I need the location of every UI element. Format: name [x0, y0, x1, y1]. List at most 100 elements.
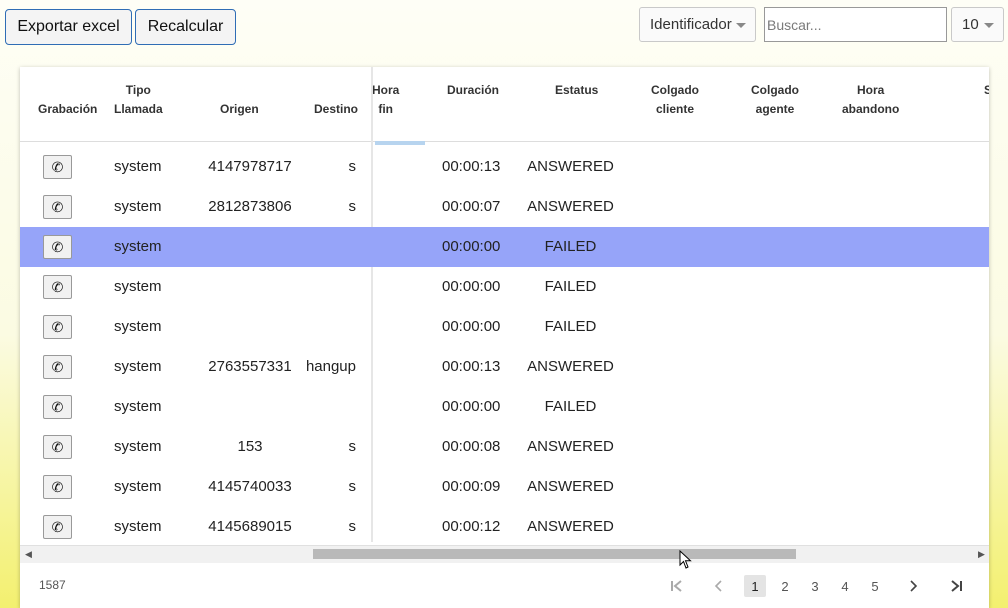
- col-header-origen[interactable]: Origen: [220, 100, 259, 119]
- total-records: 1587: [39, 578, 66, 592]
- table-row[interactable]: ✆ system 00:00:00 FAILED: [20, 307, 989, 347]
- play-recording-button[interactable]: ✆: [43, 155, 72, 179]
- page-size-select[interactable]: 10: [951, 7, 1004, 42]
- table-row[interactable]: ✆ system 2763557331 hangup 00:00:13 ANSWERED: [20, 347, 989, 387]
- search-input[interactable]: [764, 7, 947, 42]
- cell-duracion: 00:00:13: [442, 358, 501, 375]
- cell-estatus: FAILED: [544, 318, 597, 335]
- col-header-hora-fin[interactable]: Hora fin: [372, 81, 399, 119]
- last-page-icon[interactable]: [946, 575, 968, 597]
- table-footer: 1587 12345: [20, 563, 989, 608]
- cell-tipo: system: [114, 518, 162, 535]
- col-header-partial[interactable]: S: [984, 81, 989, 100]
- cell-duracion: 00:00:00: [442, 278, 501, 295]
- play-recording-button[interactable]: ✆: [43, 395, 72, 419]
- play-recording-button[interactable]: ✆: [43, 515, 72, 539]
- col-header-hora-abandono[interactable]: Hora abandono: [842, 81, 899, 119]
- cell-destino: s: [348, 518, 357, 535]
- table-row[interactable]: ✆ system 153 s 00:00:08 ANSWERED: [20, 427, 989, 467]
- cell-destino: s: [348, 198, 357, 215]
- page-number-2[interactable]: 2: [774, 575, 796, 597]
- cell-estatus: FAILED: [544, 278, 597, 295]
- table-row[interactable]: ✆ system 4145740033 s 00:00:09 ANSWERED: [20, 467, 989, 507]
- caret-down-icon: [736, 23, 746, 28]
- cell-duracion: 00:00:13: [442, 158, 501, 175]
- play-recording-button[interactable]: ✆: [43, 195, 72, 219]
- play-recording-button[interactable]: ✆: [43, 315, 72, 339]
- phone-icon: ✆: [51, 478, 64, 495]
- search-field-select-value: Identificador: [650, 16, 732, 33]
- cell-duracion: 00:00:09: [442, 478, 501, 495]
- cell-tipo: system: [114, 198, 162, 215]
- table-row[interactable]: ✆ system 00:00:00 FAILED: [20, 387, 989, 427]
- table-row[interactable]: ✆ system 4145689015 s 00:00:12 ANSWERED: [20, 507, 989, 547]
- table-row[interactable]: ✆ system 4147978717 s 00:00:13 ANSWERED: [20, 147, 989, 187]
- cell-destino: s: [348, 478, 357, 495]
- cell-tipo: system: [114, 358, 162, 375]
- calls-table-panel: Grabación Tipo Llamada Origen Destino Hor…: [20, 67, 989, 608]
- phone-icon: ✆: [51, 358, 64, 375]
- col-header-tipo-llamada[interactable]: Tipo Llamada: [114, 81, 163, 119]
- cell-destino: s: [348, 438, 357, 455]
- col-header-destino[interactable]: Destino: [314, 100, 358, 119]
- col-header-grabacion[interactable]: Grabación: [38, 100, 97, 119]
- cell-tipo: system: [114, 398, 162, 415]
- cell-estatus: ANSWERED: [527, 518, 614, 535]
- cell-tipo: system: [114, 158, 162, 175]
- search-field-select[interactable]: Identificador: [639, 7, 756, 42]
- next-page-icon[interactable]: [902, 575, 924, 597]
- play-recording-button[interactable]: ✆: [43, 435, 72, 459]
- phone-icon: ✆: [51, 318, 64, 335]
- play-recording-button[interactable]: ✆: [43, 475, 72, 499]
- cell-tipo: system: [114, 278, 162, 295]
- first-page-icon[interactable]: [665, 575, 687, 597]
- cell-tipo: system: [114, 238, 162, 255]
- phone-icon: ✆: [51, 278, 64, 295]
- mouse-cursor-icon: [679, 550, 692, 569]
- export-excel-button[interactable]: Exportar excel: [5, 9, 132, 45]
- play-recording-button[interactable]: ✆: [43, 275, 72, 299]
- cell-estatus: ANSWERED: [527, 158, 614, 175]
- col-header-colgado-cliente[interactable]: Colgado cliente: [651, 81, 699, 119]
- cell-tipo: system: [114, 318, 162, 335]
- cell-duracion: 00:00:00: [442, 398, 501, 415]
- scroll-left-icon[interactable]: ◀: [25, 549, 32, 560]
- scroll-right-icon[interactable]: ▶: [978, 549, 985, 560]
- phone-icon: ✆: [51, 198, 64, 215]
- cell-estatus: ANSWERED: [527, 198, 614, 215]
- cell-destino: s: [348, 158, 357, 175]
- caret-down-icon: [984, 23, 994, 28]
- cell-estatus: ANSWERED: [527, 478, 614, 495]
- table-row[interactable]: ✆ system 00:00:00 FAILED: [20, 267, 989, 307]
- horizontal-scrollbar[interactable]: ◀ ▶: [20, 545, 989, 563]
- cell-estatus: ANSWERED: [527, 438, 614, 455]
- cell-tipo: system: [114, 438, 162, 455]
- page-number-1[interactable]: 1: [744, 575, 766, 597]
- cell-estatus: FAILED: [544, 238, 597, 255]
- cell-duracion: 00:00:08: [442, 438, 501, 455]
- cell-tipo: system: [114, 478, 162, 495]
- table-row[interactable]: ✆ system 00:00:00 FAILED: [20, 227, 989, 267]
- play-recording-button[interactable]: ✆: [43, 355, 72, 379]
- table-header: Grabación Tipo Llamada Origen Destino Hor…: [20, 67, 989, 142]
- cell-duracion: 00:00:00: [442, 318, 501, 335]
- page-size-value: 10: [962, 16, 979, 33]
- cell-duracion: 00:00:07: [442, 198, 501, 215]
- col-header-colgado-agente[interactable]: Colgado agente: [751, 81, 799, 119]
- page-number-3[interactable]: 3: [804, 575, 826, 597]
- page-number-4[interactable]: 4: [834, 575, 856, 597]
- phone-icon: ✆: [51, 158, 64, 175]
- play-recording-button[interactable]: ✆: [43, 235, 72, 259]
- cell-duracion: 00:00:12: [442, 518, 501, 535]
- table-row[interactable]: ✆ system 2812873806 s 00:00:07 ANSWERED: [20, 187, 989, 227]
- phone-icon: ✆: [51, 518, 64, 535]
- prev-page-icon[interactable]: [708, 575, 730, 597]
- scrollbar-thumb[interactable]: [313, 549, 796, 559]
- cell-estatus: FAILED: [544, 398, 597, 415]
- col-header-estatus[interactable]: Estatus: [555, 81, 598, 100]
- recalculate-button[interactable]: Recalcular: [135, 9, 236, 45]
- col-header-duracion[interactable]: Duración: [447, 81, 499, 100]
- phone-icon: ✆: [51, 238, 64, 255]
- cell-destino: hangup: [305, 358, 356, 375]
- page-number-5[interactable]: 5: [864, 575, 886, 597]
